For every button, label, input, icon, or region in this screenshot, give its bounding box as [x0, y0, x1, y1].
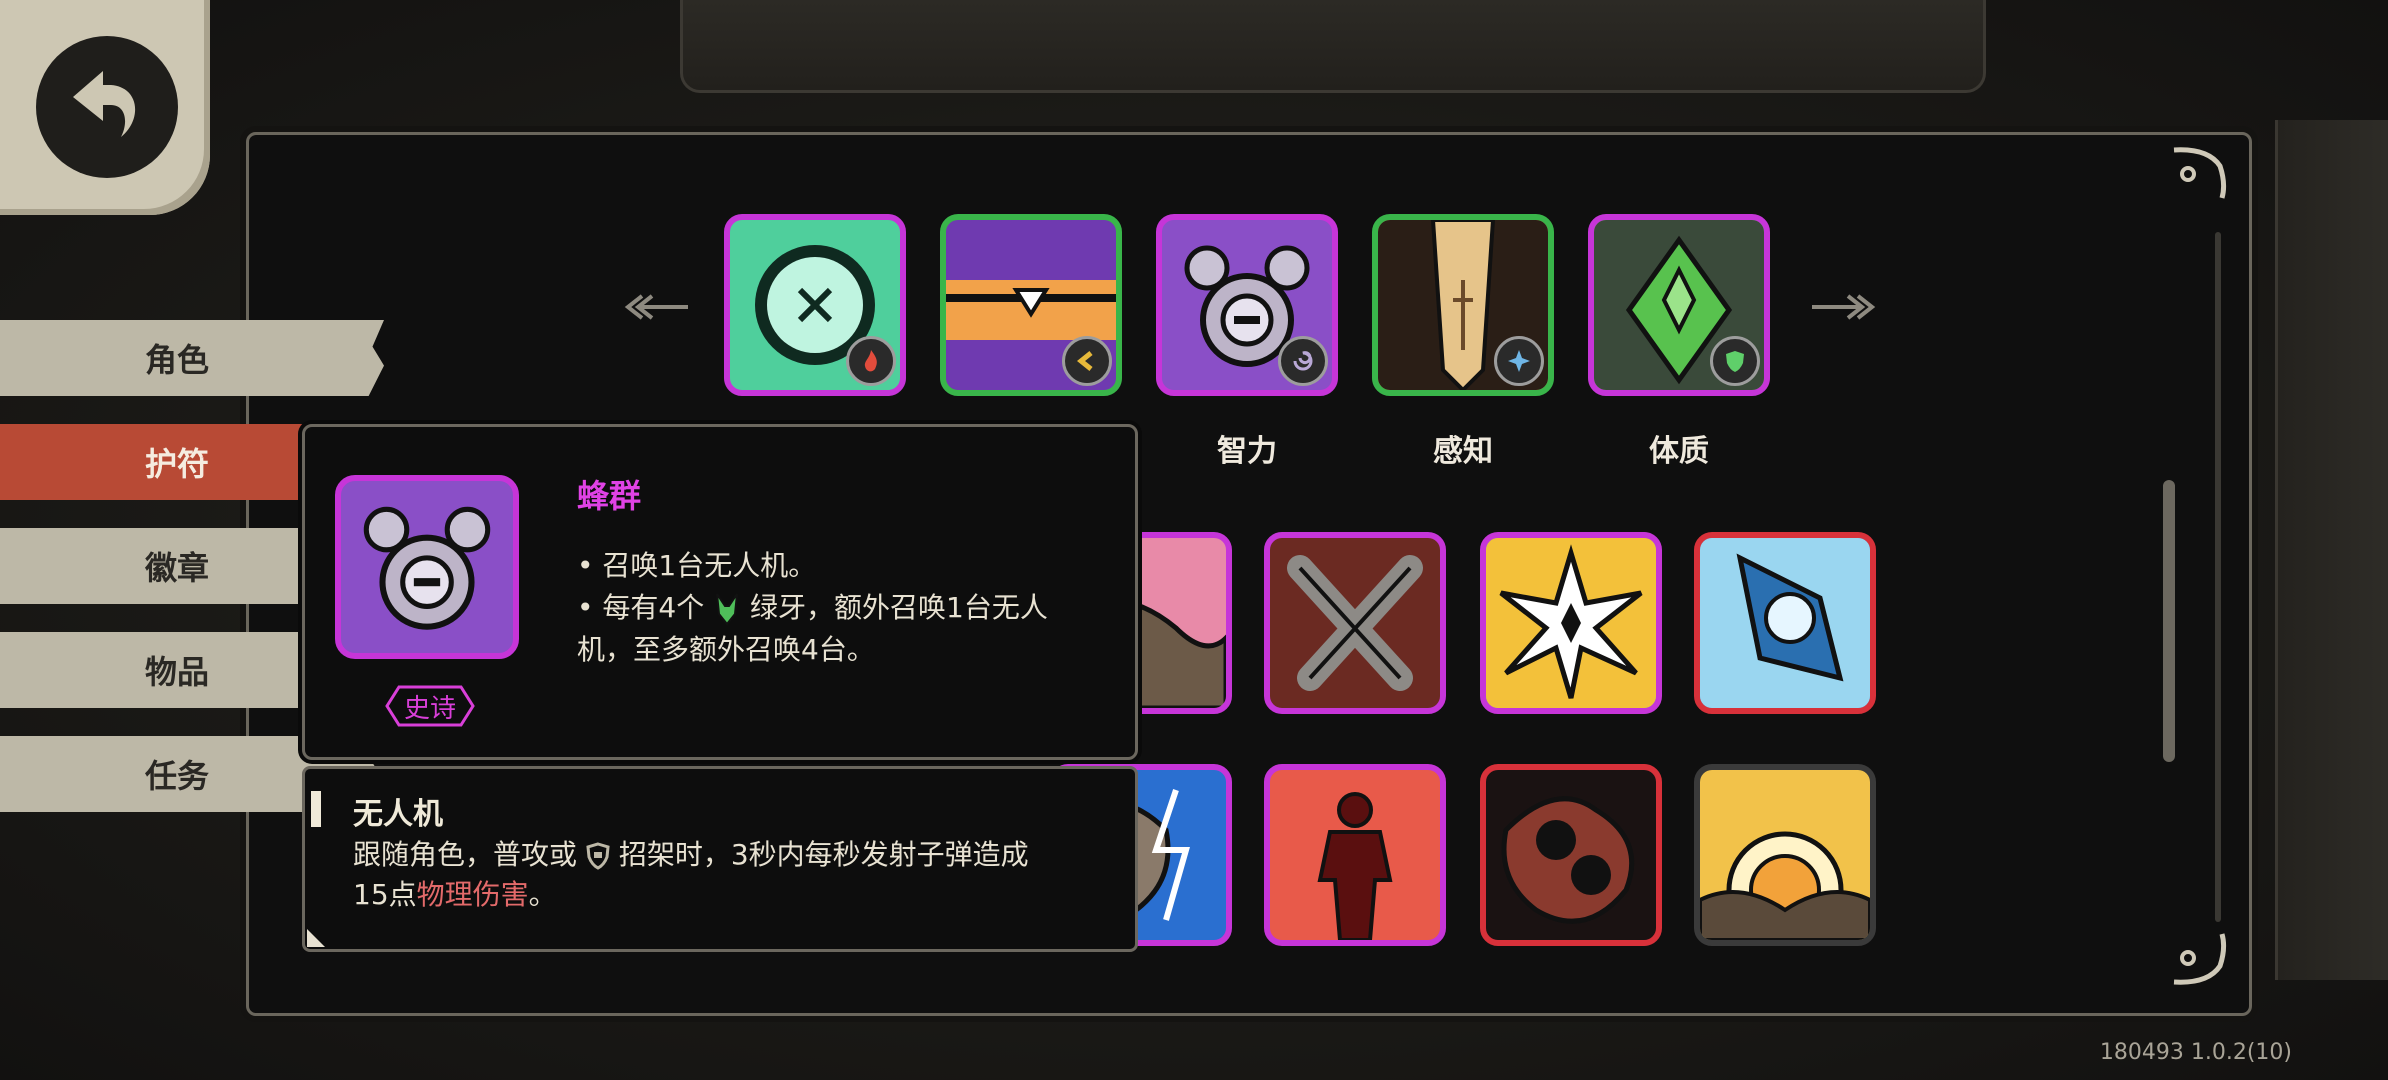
rarity-badge: 史诗 [385, 685, 475, 727]
talisman-grid-item[interactable] [1694, 764, 1876, 946]
scroll-left-arrow-icon[interactable] [620, 292, 690, 322]
crossed-pistols-icon [1287, 555, 1423, 691]
sidebar-item-character[interactable]: 角色 [0, 320, 384, 396]
scrollbar-thumb[interactable] [2163, 480, 2175, 762]
talisman-grid-item[interactable] [1264, 532, 1446, 714]
keyword-description: 跟随角色，普攻或 招架时，3秒内每秒发射子弹造成 15点物理伤害。 [353, 835, 1113, 915]
chevron-icon [1062, 336, 1112, 386]
tooltip-line: • 每有4个 绿牙，额外召唤1台无人 [577, 587, 1097, 629]
tooltip-line: 机，至多额外召唤4台。 [577, 633, 875, 666]
attribute-intelligence[interactable] [1156, 214, 1338, 396]
talisman-grid-item[interactable] [1694, 532, 1876, 714]
tooltip-description: • 召唤1台无人机。 • 每有4个 绿牙，额外召唤1台无人 机，至多额外召唤4台… [577, 545, 1097, 671]
tooltip-text: 绿牙，额外召唤1台无人 [750, 591, 1048, 624]
keyword-title: 无人机 [353, 797, 443, 832]
keyword-text: 15点 [353, 878, 417, 911]
tooltip-text: • 每有4个 [577, 591, 705, 624]
scroll-right-arrow-icon[interactable] [1810, 292, 1880, 322]
attribute-perception[interactable] [1372, 214, 1554, 396]
ornament-top-right-icon [2173, 147, 2227, 199]
attribute-label-perception: 感知 [1433, 434, 1493, 469]
sidebar-item-label: 护符 [144, 445, 209, 483]
sunrise-icon [1700, 770, 1870, 940]
drone-icon [335, 475, 519, 659]
corner-marker [307, 929, 325, 947]
scrollbar-track [2215, 232, 2221, 922]
rarity-label: 史诗 [403, 693, 456, 724]
attribute-label-constitution: 体质 [1649, 434, 1709, 469]
green-fang-icon [716, 593, 739, 626]
star-icon [1494, 336, 1544, 386]
ice-shatter-icon [1700, 538, 1870, 708]
sidebar-item-label: 任务 [144, 757, 209, 795]
tooltip-line: • 召唤1台无人机。 [577, 549, 817, 582]
tooltip-title: 蜂群 [577, 477, 642, 515]
back-button[interactable] [0, 0, 210, 215]
sidebar-item-label: 角色 [144, 341, 209, 379]
shield-icon [1710, 336, 1760, 386]
attribute-label-intelligence: 智力 [1217, 434, 1277, 469]
burst-icon [1486, 538, 1656, 708]
attribute-strength[interactable] [724, 214, 906, 396]
talisman-grid-item[interactable] [1480, 764, 1662, 946]
flame-icon [846, 336, 896, 386]
swirl-icon [1278, 336, 1328, 386]
keyword-marker [311, 791, 321, 827]
bullet-holes-icon [1501, 796, 1635, 924]
physical-damage-keyword: 物理伤害 [416, 878, 529, 911]
sidebar-item-label: 徽章 [144, 549, 209, 587]
talisman-grid-item[interactable] [1264, 764, 1446, 946]
keyword-text: 。 [528, 878, 557, 911]
version-label: 180493 1.0.2(10) [2099, 1040, 2292, 1065]
attribute-agility[interactable] [940, 214, 1122, 396]
sidebar-item-label: 物品 [144, 653, 209, 691]
red-figure-icon [1317, 792, 1393, 940]
parry-shield-icon [586, 842, 610, 870]
keyword-text: 跟随角色，普攻或 [353, 838, 578, 871]
ornament-bottom-right-icon [2173, 933, 2227, 985]
talisman-tooltip: 蜂群 • 召唤1台无人机。 • 每有4个 绿牙，额外召唤1台无人 机，至多额外召… [302, 424, 1138, 760]
attribute-constitution[interactable] [1588, 214, 1770, 396]
back-arrow-icon [36, 36, 178, 178]
keyword-tooltip: 无人机 跟随角色，普攻或 招架时，3秒内每秒发射子弹造成 15点物理伤害。 [302, 766, 1138, 952]
talisman-grid-item[interactable] [1480, 532, 1662, 714]
keyword-text: 招架时，3秒内每秒发射子弹造成 [618, 838, 1029, 871]
